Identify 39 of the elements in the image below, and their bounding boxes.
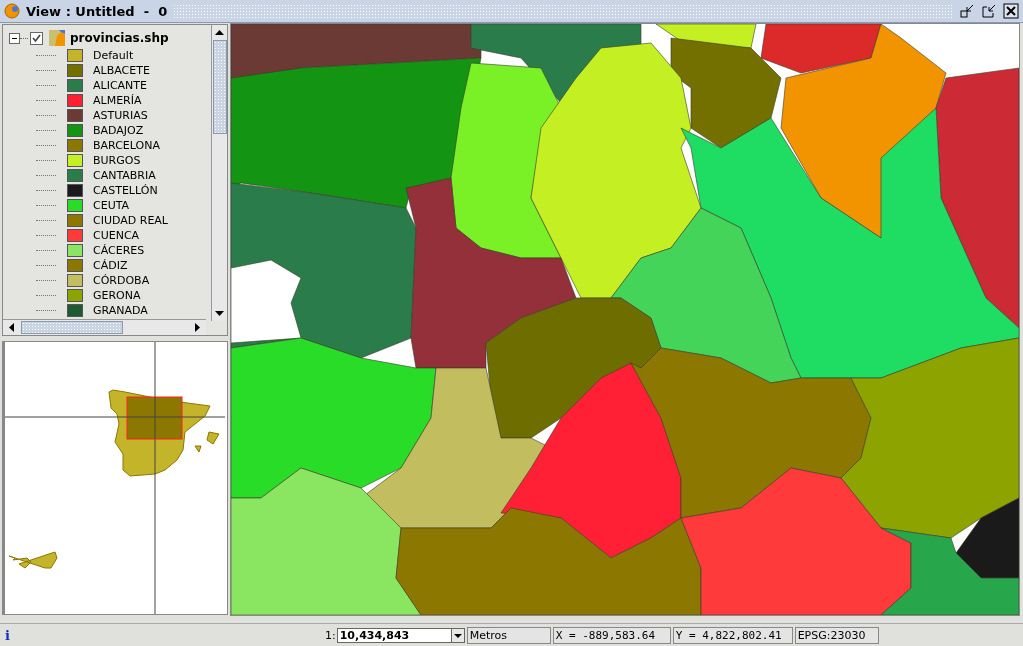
legend-label: GRANADA (93, 304, 148, 318)
close-icon[interactable] (1003, 3, 1019, 20)
legend-label: ALICANTE (93, 79, 147, 93)
legend-label: GERONA (93, 289, 141, 303)
legend-label: CASTELLÓN (93, 184, 158, 198)
scale-dropdown[interactable]: 10,434,843 (336, 627, 465, 643)
scale-label: 1: (324, 628, 336, 642)
projection-label: EPSG:23030 (794, 626, 879, 644)
polygon-layer-icon (49, 30, 65, 47)
legend-label: ALBACETE (93, 64, 150, 78)
legend-label: CÓRDOBA (93, 274, 150, 288)
y-coordinate: Y = 4,822,802.41 (672, 626, 793, 644)
layer-name[interactable]: provincias.shp (70, 31, 169, 46)
legend-label: BADAJOZ (93, 124, 144, 138)
overview-map-drawing[interactable] (5, 342, 225, 615)
legend-label: CÁDIZ (93, 259, 128, 273)
legend-label: BARCELONA (93, 139, 160, 153)
info-icon[interactable]: i (5, 627, 10, 643)
legend-label: CIUDAD REAL (93, 214, 168, 228)
legend-label: CUENCA (93, 229, 140, 243)
caret-icon[interactable] (450, 628, 464, 642)
legend-label: BURGOS (93, 154, 141, 168)
maximize-icon[interactable] (981, 3, 997, 20)
vertical-scrollbar[interactable] (211, 25, 227, 322)
horizontal-scrollbar[interactable] (3, 319, 206, 336)
province-map-drawing[interactable] (231, 24, 1019, 616)
legend-label: CÁCERES (93, 244, 145, 258)
legend-label: ASTURIAS (93, 109, 148, 123)
legend-label: CANTABRIA (93, 169, 156, 183)
units-field: Metros (466, 626, 551, 644)
layer-checkbox[interactable] (30, 32, 43, 45)
app-logo-icon (4, 3, 20, 20)
legend-label: CEUTA (93, 199, 130, 213)
collapse-toggle[interactable] (9, 33, 20, 44)
legend-label: Default (93, 49, 134, 63)
minimize-icon[interactable] (959, 3, 975, 20)
window-title: View : Untitled - 0 (26, 3, 168, 19)
legend-label: ALMERÍA (93, 94, 142, 108)
x-coordinate: X = -889,583.64 (552, 626, 671, 644)
